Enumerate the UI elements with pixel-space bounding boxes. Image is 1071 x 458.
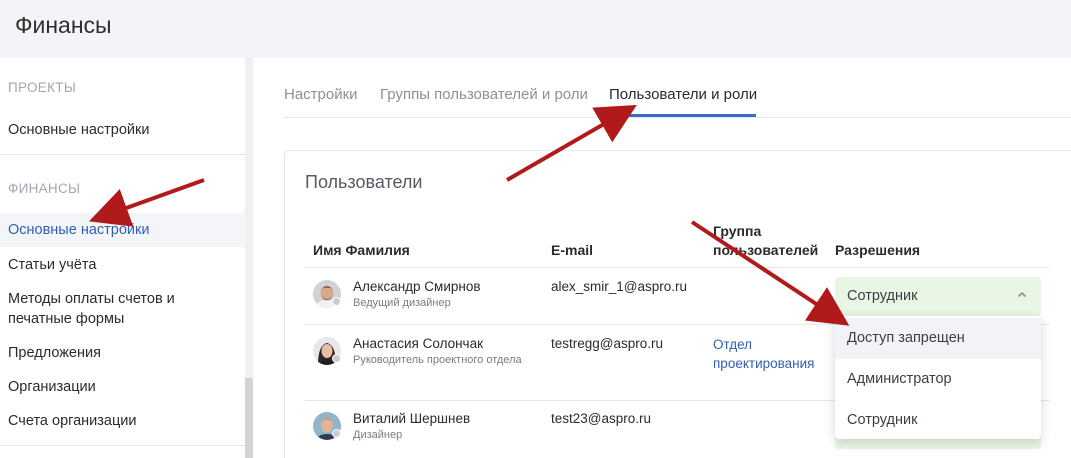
tab-user-groups-roles[interactable]: Группы пользователей и роли [380,86,588,103]
sidebar-section-finance: ФИНАНСЫ [8,181,81,196]
page-title: Финансы [15,12,112,38]
dropdown-option-employee[interactable]: Сотрудник [835,400,1041,441]
user-name[interactable]: Виталий Шершнев [353,411,470,426]
sidebar-scrollbar-thumb[interactable] [245,378,253,458]
sidebar-section-projects: ПРОЕКТЫ [8,80,77,95]
sidebar-item-org-accounts[interactable]: Счета организации [0,411,245,431]
user-role: Руководитель проектного отдела [353,354,522,366]
status-dot-icon [332,429,341,438]
tab-bar: Настройки Группы пользователей и роли По… [284,86,1071,118]
table-header-divider [305,267,1049,268]
permission-dropdown-menu: Доступ запрещен Администратор Сотрудник [835,316,1041,439]
sidebar-item-projects-main-settings[interactable]: Основные настройки [0,120,245,140]
user-email: testregg@aspro.ru [551,336,664,351]
user-name[interactable]: Анастасия Солончак [353,336,483,351]
sidebar-divider [0,445,245,446]
column-header-name: Имя Фамилия [313,242,410,258]
sidebar-item-accounting-items[interactable]: Статьи учёта [0,255,245,275]
active-tab-indicator [609,114,756,117]
user-email: test23@aspro.ru [551,411,652,426]
user-name[interactable]: Александр Смирнов [353,279,481,294]
column-header-email: E-mail [551,242,594,258]
sidebar-item-finance-main-settings[interactable]: Основные настройки [0,213,245,247]
tab-settings[interactable]: Настройки [284,86,358,103]
permission-select[interactable]: Сотрудник [835,277,1041,316]
sidebar-item-offers[interactable]: Предложения [0,343,245,363]
app-header: Финансы [0,0,1071,58]
permission-select-value: Сотрудник [847,288,918,304]
dropdown-option-administrator[interactable]: Администратор [835,359,1041,400]
status-dot-icon [332,354,341,363]
card-title: Пользователи [305,172,423,192]
user-role: Дизайнер [353,429,403,441]
column-header-group: Группа пользователей [713,223,819,258]
status-dot-icon [332,297,341,306]
sidebar-item-organizations[interactable]: Организации [0,377,245,397]
column-header-permissions: Разрешения [835,242,921,258]
user-role: Ведущий дизайнер [353,297,451,309]
user-group-link[interactable]: Отдел проектирования [713,335,825,373]
dropdown-option-access-denied[interactable]: Доступ запрещен [835,318,1041,359]
user-email: alex_smir_1@aspro.ru [551,279,688,294]
chevron-up-icon [1017,291,1027,298]
tab-users-roles[interactable]: Пользователи и роли [609,86,757,103]
sidebar-item-payment-methods[interactable]: Методы оплаты счетов и печатные формы [0,289,200,329]
sidebar-divider [0,154,245,155]
